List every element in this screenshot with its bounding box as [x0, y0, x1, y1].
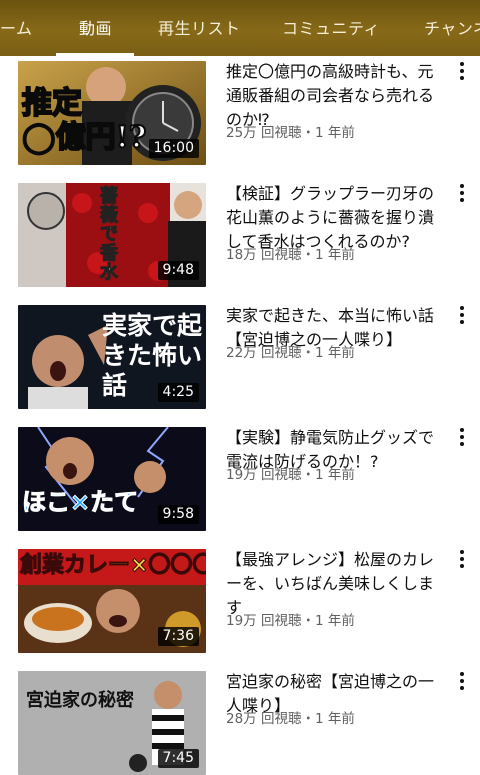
more-options-icon[interactable] — [458, 184, 466, 204]
duration-badge: 7:45 — [157, 749, 199, 768]
duration-badge: 7:36 — [157, 627, 199, 646]
video-thumbnail[interactable]: 宮迫家の秘密 7:45 — [18, 671, 206, 775]
duration-badge: 16:00 — [148, 139, 199, 158]
video-item[interactable]: 創業カレー×〇〇〇 7:36 【最強アレンジ】松屋のカレーを、いちばん美味しくし… — [0, 544, 480, 666]
tab-channel[interactable]: チャンネ — [424, 0, 480, 56]
video-meta: 25万 回視聴・1 年前 — [226, 125, 355, 141]
more-options-icon[interactable] — [458, 672, 466, 692]
video-meta: 22万 回視聴・1 年前 — [226, 345, 355, 361]
thumbnail-caption: 創業カレー×〇〇〇 — [19, 553, 206, 579]
video-item[interactable]: 実家で起きた怖い話 4:25 実家で起きた、本当に怖い話【宮迫博之の一人喋り】 … — [0, 300, 480, 422]
tab-home[interactable]: ーム — [0, 0, 33, 56]
video-meta: 19万 回視聴・1 年前 — [226, 613, 355, 629]
more-options-icon[interactable] — [458, 62, 466, 82]
more-options-icon[interactable] — [458, 306, 466, 326]
video-title[interactable]: 推定〇億円の高級時計も、元通販番組の司会者なら売れるのか⁉ — [226, 60, 448, 132]
duration-badge: 9:58 — [157, 505, 199, 524]
channel-tab-bar: ーム 動画 再生リスト コミュニティ チャンネ — [0, 0, 480, 56]
video-thumbnail[interactable]: 薔薇で香水 9:48 — [18, 183, 206, 287]
video-item[interactable]: 推定 ◯億円!? 16:00 推定〇億円の高級時計も、元通販番組の司会者なら売れ… — [0, 56, 480, 178]
thumbnail-caption: 宮迫家の秘密 — [26, 690, 134, 711]
tab-community[interactable]: コミュニティ — [282, 0, 380, 56]
video-item[interactable]: ほこ×たて 9:58 【実験】静電気防止グッズで電流は防げるのか！? 19万 回… — [0, 422, 480, 544]
video-thumbnail[interactable]: 創業カレー×〇〇〇 7:36 — [18, 549, 206, 653]
duration-badge: 4:25 — [157, 383, 199, 402]
thumbnail-caption: 薔薇で香水 — [100, 186, 119, 283]
tab-playlists[interactable]: 再生リスト — [158, 0, 241, 56]
video-thumbnail[interactable]: 実家で起きた怖い話 4:25 — [18, 305, 206, 409]
video-item[interactable]: 薔薇で香水 9:48 【検証】グラップラー刃牙の花山薫のように薔薇を握り潰して香… — [0, 178, 480, 300]
video-meta: 28万 回視聴・1 年前 — [226, 711, 355, 727]
tab-videos[interactable]: 動画 — [79, 0, 112, 56]
video-meta: 19万 回視聴・1 年前 — [226, 467, 355, 483]
video-thumbnail[interactable]: 推定 ◯億円!? 16:00 — [18, 61, 206, 165]
more-options-icon[interactable] — [458, 550, 466, 570]
video-item[interactable]: 宮迫家の秘密 7:45 宮迫家の秘密【宮迫博之の一人喋り】 28万 回視聴・1 … — [0, 666, 480, 775]
thumbnail-caption: 推定 ◯億円!? — [21, 86, 147, 156]
video-thumbnail[interactable]: ほこ×たて 9:58 — [18, 427, 206, 531]
video-title[interactable]: 【検証】グラップラー刃牙の花山薫のように薔薇を握り潰して香水はつくれるのか? — [226, 182, 448, 254]
video-title[interactable]: 【最強アレンジ】松屋のカレーを、いちばん美味しくします — [226, 548, 448, 620]
duration-badge: 9:48 — [157, 261, 199, 280]
more-options-icon[interactable] — [458, 428, 466, 448]
video-meta: 18万 回視聴・1 年前 — [226, 247, 355, 263]
thumbnail-caption: ほこ×たて — [21, 488, 139, 517]
